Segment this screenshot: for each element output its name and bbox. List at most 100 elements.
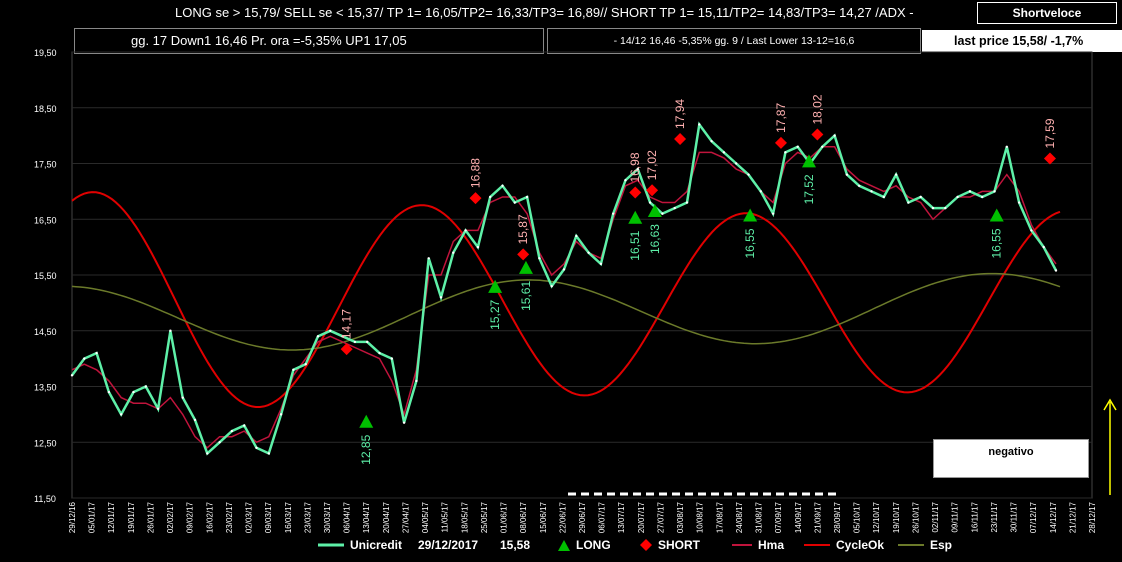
- x-tick-label: 07/12/17: [1029, 501, 1038, 533]
- x-tick-label: 10/08/17: [696, 501, 705, 533]
- short-marker: [811, 128, 824, 141]
- unicredit-point: [747, 173, 750, 176]
- x-tick-label: 05/10/17: [853, 501, 862, 533]
- unicredit-point: [612, 212, 615, 215]
- x-tick-label: 18/05/17: [460, 501, 469, 533]
- unicredit-point: [243, 424, 246, 427]
- unicredit-point: [267, 452, 270, 455]
- short-label: 15,87: [516, 214, 530, 244]
- short-label: 17,59: [1043, 118, 1057, 148]
- short-marker: [674, 132, 687, 145]
- x-tick-label: 09/03/17: [264, 501, 273, 533]
- unicredit-point: [1005, 145, 1008, 148]
- x-tick-label: 11/05/17: [441, 501, 450, 532]
- unicredit-point: [698, 123, 701, 126]
- x-tick-label: 31/08/17: [755, 501, 764, 533]
- x-tick-label: 02/11/17: [931, 501, 940, 532]
- y-tick-label: 18,50: [34, 104, 57, 114]
- unicredit-point: [624, 179, 627, 182]
- long-label: 15,61: [519, 281, 533, 311]
- unicredit-point: [931, 206, 935, 210]
- long-label: 16,55: [743, 228, 757, 258]
- short-marker: [629, 186, 642, 199]
- short-label: 17,87: [774, 103, 788, 133]
- unicredit-point: [562, 268, 566, 271]
- unicredit-point: [673, 206, 676, 210]
- y-tick-label: 16,50: [34, 215, 57, 225]
- long-marker: [628, 210, 643, 224]
- unicredit-point: [1017, 201, 1021, 204]
- x-tick-label: 23/02/17: [225, 501, 234, 533]
- legend-long: LONG: [558, 538, 611, 552]
- unicredit-point: [993, 190, 996, 193]
- y-tick-label: 12,50: [34, 438, 57, 448]
- x-tick-label: 12/10/17: [872, 501, 881, 533]
- unicredit-point: [968, 190, 972, 193]
- unicredit-point: [648, 201, 652, 204]
- unicredit-point: [476, 245, 480, 249]
- unicredit-point: [218, 441, 221, 444]
- unicredit-point: [784, 151, 787, 154]
- x-tick-label: 14/12/17: [1049, 501, 1058, 533]
- x-tick-label: 03/08/17: [676, 501, 685, 533]
- y-tick-label: 14,50: [34, 327, 57, 337]
- x-tick-label: 09/11/17: [951, 501, 960, 532]
- legend-hma-label: Hma: [758, 538, 785, 552]
- x-tick-label: 05/01/17: [88, 501, 97, 533]
- x-tick-label: 20/04/17: [382, 501, 391, 533]
- unicredit-point: [759, 190, 762, 193]
- status-negativo-box: negativo: [933, 439, 1089, 478]
- unicredit-point: [464, 229, 467, 232]
- unicredit-line: [70, 121, 1058, 456]
- x-tick-label: 23/03/17: [303, 501, 312, 533]
- unicredit-point: [427, 257, 430, 260]
- x-tick-label: 07/09/17: [774, 501, 783, 533]
- unicredit-point: [833, 134, 836, 137]
- unicredit-point: [538, 257, 541, 260]
- unicredit-point: [304, 363, 307, 366]
- unicredit-point: [95, 351, 98, 355]
- legend-cycleok: CycleOk: [804, 538, 884, 552]
- legend-unicredit-swatch: [318, 543, 344, 547]
- x-tick-label: 27/07/17: [656, 501, 665, 533]
- unicredit-point: [1030, 229, 1033, 232]
- x-tick-label: 16/03/17: [284, 501, 293, 533]
- x-tick-label: 19/10/17: [892, 501, 901, 533]
- legend-esp: Esp: [898, 538, 952, 552]
- x-tick-label: 06/07/17: [598, 501, 607, 533]
- x-tick-label: 02/02/17: [166, 501, 175, 533]
- long-marker: [359, 414, 374, 428]
- short-label: 18,02: [810, 94, 824, 124]
- x-tick-label: 25/05/17: [480, 501, 489, 533]
- unicredit-point: [821, 145, 824, 148]
- unicredit-point: [402, 421, 406, 424]
- short-label: 14,17: [340, 309, 354, 339]
- short-marker: [1043, 152, 1056, 165]
- x-tick-label: 27/04/17: [401, 501, 410, 533]
- unicredit-point: [771, 212, 775, 215]
- long-marker: [518, 260, 533, 274]
- unicredit-point: [956, 195, 959, 199]
- unicredit-point: [181, 396, 184, 399]
- unicredit-point: [919, 195, 922, 199]
- unicredit-point: [193, 418, 197, 422]
- y-axis-labels: 11,50 12,50 13,50 14,50 15,50 16,50 17,50 18,50…: [34, 48, 57, 504]
- unicredit-point: [70, 374, 74, 377]
- diamond-icon: [640, 539, 652, 551]
- long-label: 16,51: [628, 230, 642, 260]
- short-label: 16,88: [469, 158, 483, 188]
- x-tick-label: 26/10/17: [911, 501, 920, 533]
- unicredit-point: [845, 173, 849, 176]
- unicredit-point: [329, 329, 332, 332]
- unicredit-point: [169, 329, 172, 332]
- x-axis-labels: 29/12/16 05/01/17 12/01/17 19/01/17 26/01/17…: [68, 501, 1097, 533]
- x-tick-label: 19/01/17: [127, 501, 136, 533]
- y-tick-label: 15,50: [34, 271, 57, 281]
- x-tick-label: 15/06/17: [539, 501, 548, 533]
- legend-cycleok-label: CycleOk: [836, 538, 885, 552]
- x-tick-label: 04/05/17: [421, 501, 430, 533]
- x-tick-label: 26/01/17: [146, 501, 155, 533]
- unicredit-point: [120, 413, 123, 416]
- x-tick-label: 22/06/17: [558, 501, 567, 533]
- x-tick-label: 29/06/17: [578, 501, 587, 533]
